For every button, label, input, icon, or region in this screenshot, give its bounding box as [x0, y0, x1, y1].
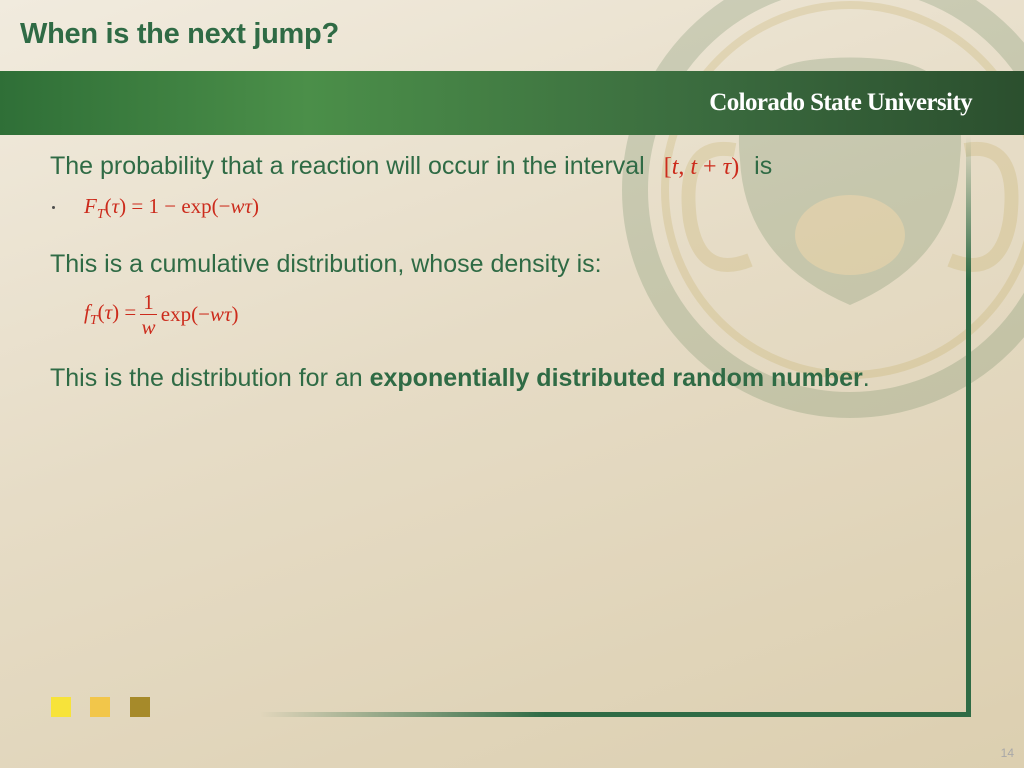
paragraph-suffix: is [754, 152, 773, 180]
bullet-dot-icon [52, 206, 55, 209]
paragraph-prefix: This is the distribution for an [50, 364, 370, 392]
header-banner: Colorado State University [0, 71, 1024, 135]
cdf-equation: FT(τ) = 1 − exp(−wτ) [84, 194, 260, 223]
paragraph-bold: exponentially distributed random number [369, 364, 863, 392]
pdf-equation: fT(τ) = 1 w exp(−wτ) [84, 290, 239, 339]
paragraph-text: The probability that a reaction will occ… [50, 152, 645, 180]
decor-square-amber [90, 697, 110, 717]
interval-math: [t, t + τ) [663, 154, 740, 180]
frame-line-right [966, 135, 971, 717]
paragraph-cumulative: This is a cumulative distribution, whose… [50, 250, 602, 278]
slide: When is the next jump? Colorado State Un… [0, 0, 1024, 768]
paragraph-probability: The probability that a reaction will occ… [50, 150, 772, 183]
frame-line-bottom [260, 712, 971, 717]
fraction: 1 w [140, 290, 157, 339]
paragraph-distribution: This is the distribution for an exponent… [50, 362, 930, 394]
university-logo: Colorado State University [709, 89, 972, 116]
csu-ram-watermark-icon [622, 0, 1024, 418]
slide-title: When is the next jump? [20, 18, 339, 50]
paragraph-period: . [862, 364, 870, 392]
page-number: 14 [1000, 746, 1014, 760]
decor-square-yellow [51, 697, 71, 717]
decor-square-olive [130, 697, 150, 717]
